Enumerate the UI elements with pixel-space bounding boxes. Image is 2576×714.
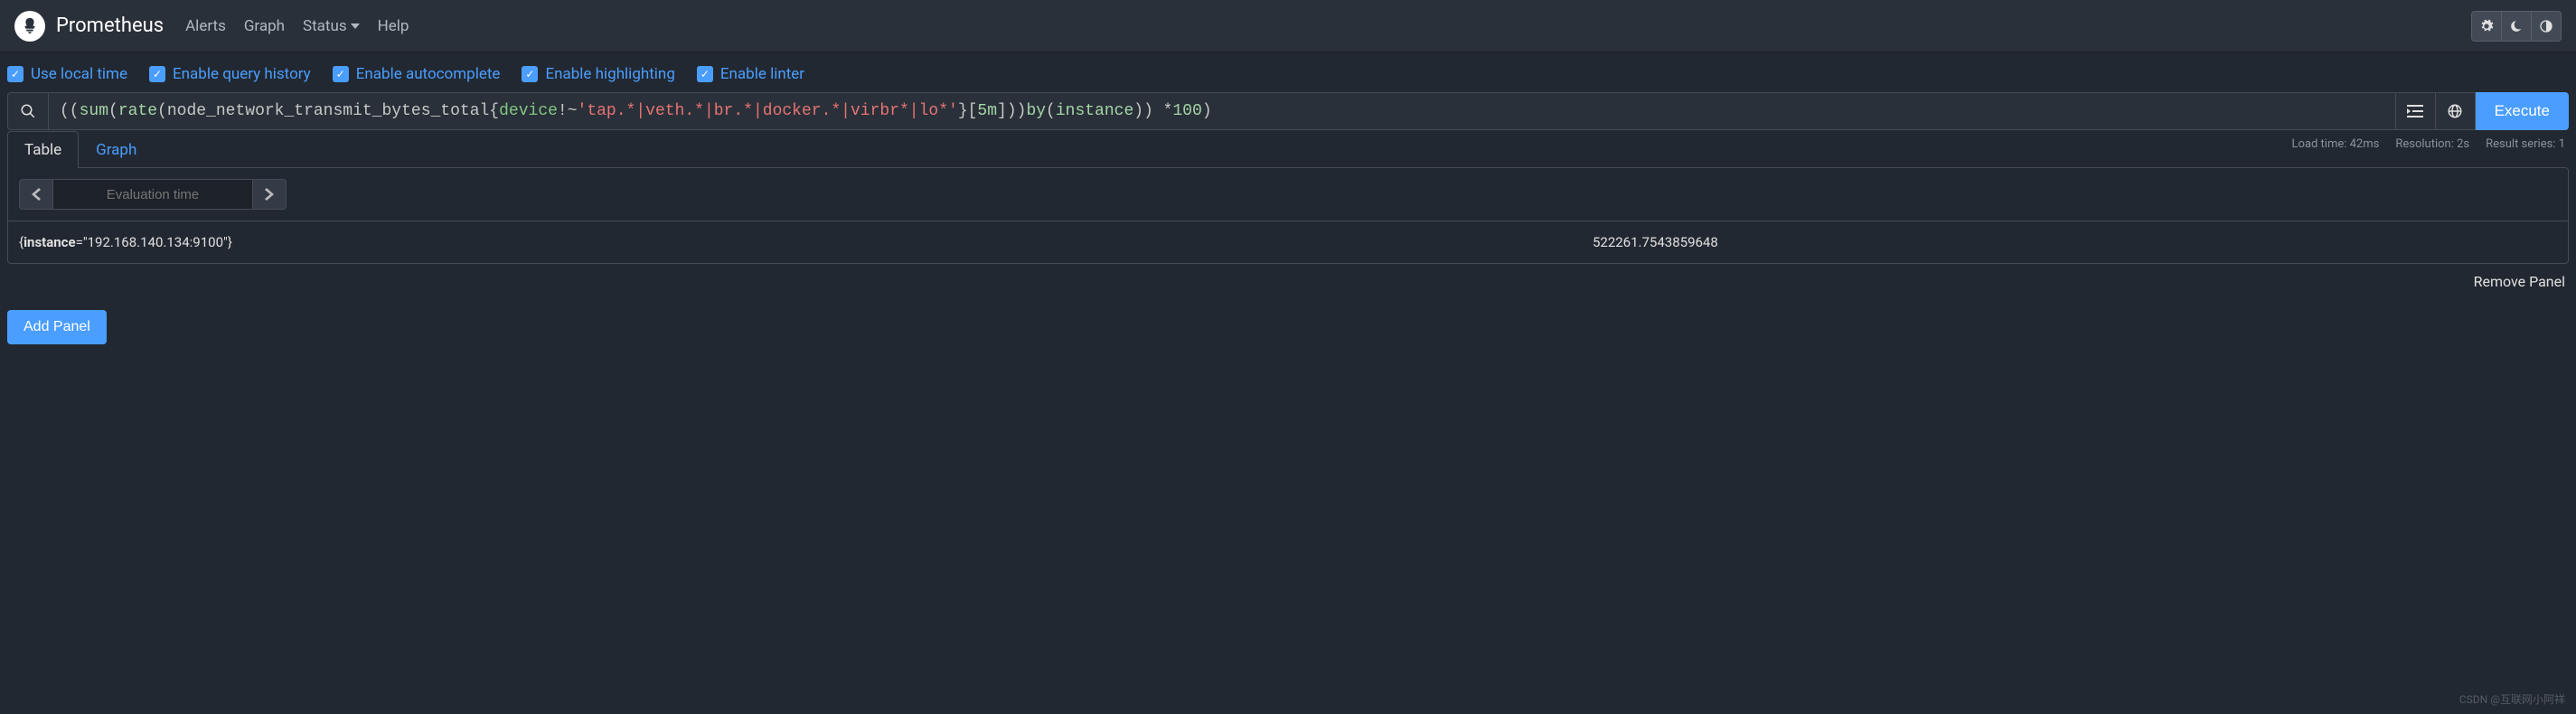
checkbox-local-time[interactable]: ✓ Use local time [7,65,127,83]
checkbox-highlighting[interactable]: ✓ Enable highlighting [522,65,674,83]
query-token: 100 [1173,102,1202,120]
format-query-button[interactable] [2396,92,2436,130]
checkbox-local-time-label: Use local time [31,65,127,83]
nav-alerts[interactable]: Alerts [185,17,226,35]
checkbox-linter[interactable]: ✓ Enable linter [697,65,804,83]
query-token: rate [118,102,157,120]
checkbox-autocomplete-label: Enable autocomplete [356,65,501,83]
table-row: {instance="192.168.140.134:9100"} 522261… [8,221,2568,263]
query-token: ) [1202,102,1212,120]
check-icon: ✓ [149,66,165,82]
checkbox-query-history[interactable]: ✓ Enable query history [149,65,311,83]
query-token: device [499,102,558,120]
query-input[interactable]: ((sum(rate (node_network_transmit_bytes_… [49,92,2396,130]
nav-status-label: Status [303,17,347,35]
globe-button[interactable] [2436,92,2476,130]
evaluation-time-input[interactable] [53,179,252,210]
execute-button[interactable]: Execute [2476,92,2569,130]
settings-button[interactable] [2471,11,2502,42]
check-icon: ✓ [522,66,538,82]
query-row: ((sum(rate (node_network_transmit_bytes_… [0,92,2576,130]
brand-name: Prometheus [56,14,164,37]
check-icon: ✓ [7,66,24,82]
add-panel-row: Add Panel [0,299,2576,355]
eval-time-prev-button[interactable] [19,179,53,210]
add-panel-button[interactable]: Add Panel [7,310,107,344]
chevron-right-icon [265,188,274,201]
watermark: CSDN @互联网小阿祥 [2459,691,2565,707]
nav-graph[interactable]: Graph [244,17,285,35]
checkbox-autocomplete[interactable]: ✓ Enable autocomplete [333,65,501,83]
result-series: Result series: 1 [2486,137,2565,151]
navbar: Prometheus Alerts Graph Status Help [0,0,2576,52]
brand[interactable]: Prometheus [14,11,164,42]
result-key-suffix: ="192.168.140.134:9100"} [76,234,232,250]
checkbox-query-history-label: Enable query history [173,65,311,83]
nav-help[interactable]: Help [378,17,409,35]
query-token: (node_network_transmit_bytes_total{ [157,102,499,120]
query-token: instance [1056,102,1133,120]
checkbox-linter-label: Enable linter [720,65,804,83]
eval-row [8,168,2568,221]
query-token: ])) [997,102,1026,120]
nav-icons [2471,11,2562,42]
query-token: 5m [977,102,997,120]
query-token: )) * [1133,102,1172,120]
query-token: ( [1046,102,1056,120]
theme-button[interactable] [2501,11,2532,42]
gear-icon [2479,19,2494,33]
prometheus-logo-icon [14,11,45,42]
query-token: !~ [558,102,578,120]
query-token: (( [60,102,80,120]
remove-panel-row: Remove Panel [0,264,2576,299]
check-icon: ✓ [333,66,349,82]
query-token: }[ [958,102,978,120]
nav-links: Alerts Graph Status Help [185,17,2471,35]
options-row: ✓ Use local time ✓ Enable query history … [0,52,2576,92]
moon-icon [2510,20,2523,33]
chevron-down-icon [351,23,360,29]
result-series-label: {instance="192.168.140.134:9100"} [19,234,1593,250]
query-token: by [1026,102,1046,120]
remove-panel-link[interactable]: Remove Panel [2474,273,2565,290]
contrast-icon [2539,19,2553,33]
tab-container: Table Graph [0,131,2576,168]
resolution: Resolution: 2s [2395,137,2469,151]
load-time: Load time: 42ms [2292,137,2380,151]
query-token: ( [108,102,118,120]
globe-icon [2447,103,2463,119]
result-key-bold: instance [24,234,76,250]
result-value: 522261.7543859648 [1593,234,2557,250]
indent-icon [2407,105,2423,117]
eval-time-next-button[interactable] [252,179,287,210]
tab-table[interactable]: Table [7,131,79,168]
nav-status[interactable]: Status [303,17,360,35]
panel-body: {instance="192.168.140.134:9100"} 522261… [7,167,2569,264]
query-token: 'tap.*|veth.*|br.*|docker.*|virbr*|lo*' [578,102,958,120]
eval-time-group [19,179,287,210]
check-icon: ✓ [697,66,713,82]
contrast-button[interactable] [2531,11,2562,42]
chevron-left-icon [32,188,41,201]
search-icon [20,103,36,119]
query-token: sum [80,102,108,120]
metrics-explorer-button[interactable] [7,92,49,130]
tab-graph[interactable]: Graph [79,131,154,168]
checkbox-highlighting-label: Enable highlighting [545,65,674,83]
